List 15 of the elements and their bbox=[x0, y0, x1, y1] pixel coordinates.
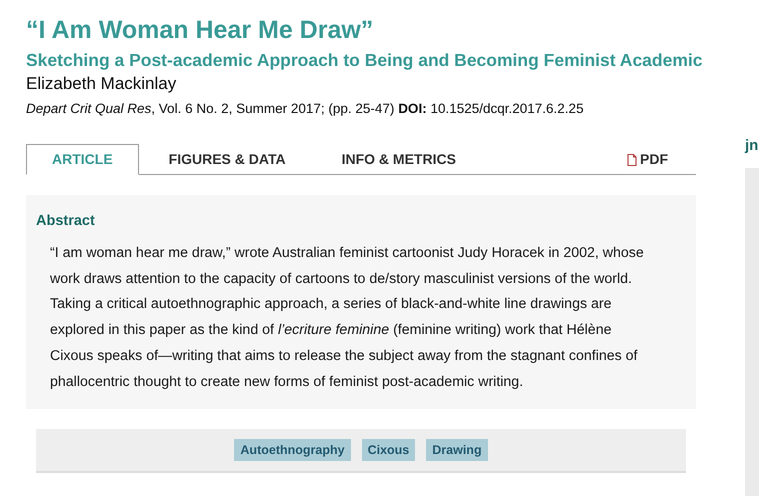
sidebar-heading: jn bbox=[745, 136, 759, 156]
abstract-text: “I am woman hear me draw,” wrote Australian feminist cartoonist Judy Horacek in 2002, whose work draws attention to the capacity of cartoons to de/story masculinist versions of the world. Taking a critical autoethnographic approach, a series of black-and-white line drawings are explored in this paper as the kind of l’ecriture feminine (feminine writing) work that Hélène Cixous speaks of—writing that aims to release the subject away from the stagnant confines of phallocentric thought to create new forms of feminist post-academic writing. bbox=[50, 244, 645, 392]
document-icon bbox=[627, 154, 637, 166]
tab[interactable]: ARTICLE bbox=[26, 144, 139, 175]
article-subtitle: Sketching a Post-academic Approach to Being and Becoming Feminist Academic bbox=[26, 49, 702, 72]
article-title: “I Am Woman Hear Me Draw” bbox=[26, 15, 374, 46]
tab[interactable]: INFO & METRICS bbox=[314, 145, 484, 174]
keyword-tag[interactable]: Autoethnography bbox=[234, 439, 351, 462]
tab[interactable]: FIGURES & DATA bbox=[138, 145, 314, 174]
keyword-tag[interactable]: Drawing bbox=[426, 439, 488, 462]
citation-line: Depart Crit Qual Res, Vol. 6 No. 2, Summer 2017; (pp. 25-47) DOI: 10.1525/dcqr.2017.6.2.25 bbox=[26, 100, 585, 118]
pdf-link[interactable]: PDF bbox=[640, 145, 668, 174]
keyword-tag[interactable]: Cixous bbox=[362, 439, 416, 462]
author-name: Elizabeth Mackinlay bbox=[26, 73, 178, 95]
abstract-heading: Abstract bbox=[36, 212, 96, 231]
